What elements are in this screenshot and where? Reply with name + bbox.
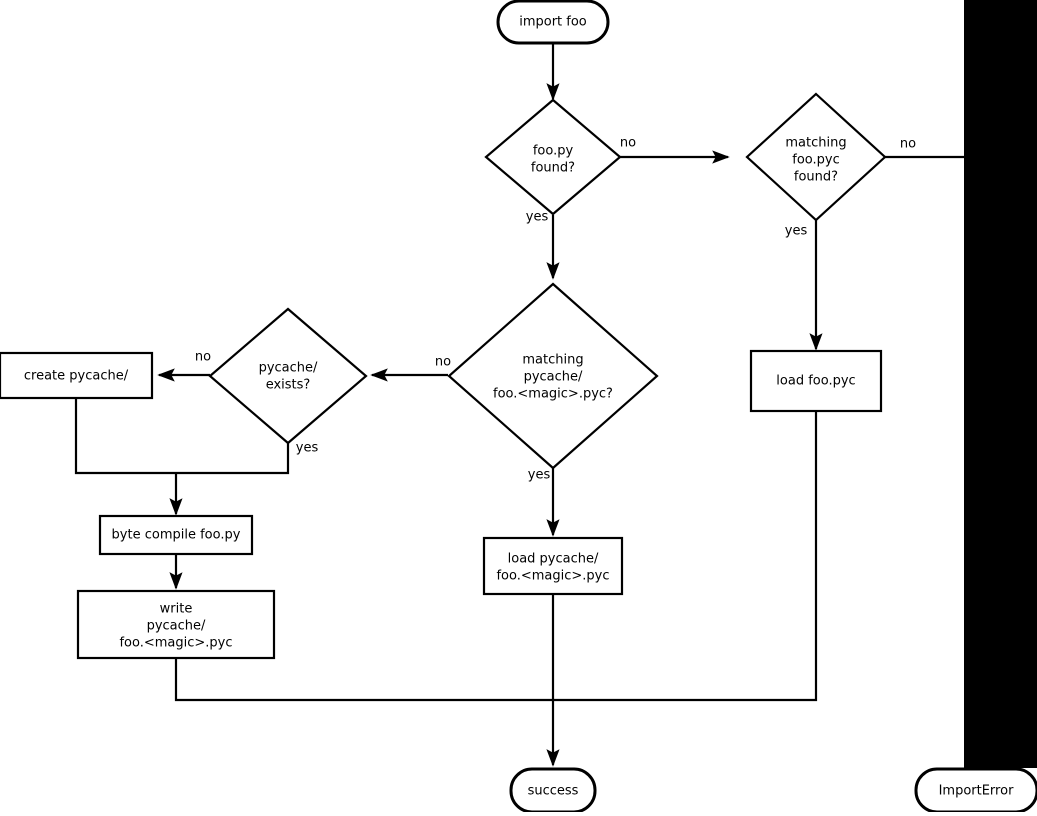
edge-label-matchingpycache-no: no bbox=[435, 355, 451, 370]
node-create-pycache[interactable]: create pycache/ bbox=[0, 351, 154, 400]
edge-label-matchingpycache-yes: yes bbox=[528, 468, 551, 483]
edge-label-pycacheexists-no: no bbox=[195, 350, 211, 365]
edge-label-foopyfound-yes: yes bbox=[526, 210, 549, 225]
node-matching-foo-pyc-found[interactable]: matching foo.pyc found? bbox=[745, 92, 887, 222]
node-success[interactable]: success bbox=[509, 767, 597, 814]
node-matching-pycache-label-line3: foo.<magic>.pyc? bbox=[493, 387, 613, 402]
node-matching-pycache-label-line1: matching bbox=[522, 353, 583, 368]
terminal-nodes-layer: success ImportError bbox=[509, 767, 1037, 814]
flowchart-svg: matching foo.pyc found? --> matching pyc… bbox=[0, 0, 1037, 814]
node-load-pycache-label-line2: foo.<magic>.pyc bbox=[496, 569, 609, 584]
edge-label-matchingfoopyc-yes: yes bbox=[785, 224, 808, 239]
node-import-error-label: ImportError bbox=[939, 784, 1014, 799]
nodes-layer: import foo foo.py found? matching foo.py… bbox=[0, 0, 887, 660]
node-pycache-exists-label-line1: pycache/ bbox=[259, 361, 318, 376]
node-load-pycache-label-line1: load pycache/ bbox=[508, 552, 599, 567]
node-write-pycache[interactable]: write pycache/ foo.<magic>.pyc bbox=[76, 589, 276, 660]
node-byte-compile-label: byte compile foo.py bbox=[112, 528, 241, 543]
edge-createpycache-merge bbox=[74, 399, 176, 475]
node-pycache-exists-label-line2: exists? bbox=[266, 378, 311, 393]
node-success-label: success bbox=[528, 784, 579, 799]
node-foo-py-found-label-line1: foo.py bbox=[533, 144, 574, 159]
node-import-error[interactable]: ImportError bbox=[914, 767, 1037, 814]
screen-occlusion-panel bbox=[964, 0, 1037, 768]
node-matching-foo-pyc-label-line1: matching bbox=[785, 136, 846, 151]
edge-label-pycacheexists-yes: yes bbox=[296, 441, 319, 456]
node-write-pycache-label-line1: write bbox=[160, 602, 193, 617]
edge-label-foopyfound-no: no bbox=[620, 136, 636, 151]
node-pycache-exists[interactable]: pycache/ exists? bbox=[208, 307, 368, 445]
node-load-foo-pyc-label: load foo.pyc bbox=[776, 374, 855, 389]
node-create-pycache-label: create pycache/ bbox=[24, 369, 129, 384]
node-write-pycache-label-line3: foo.<magic>.pyc bbox=[119, 636, 232, 651]
node-load-pycache[interactable]: load pycache/ foo.<magic>.pyc bbox=[482, 536, 624, 596]
node-foo-py-found[interactable]: foo.py found? bbox=[484, 98, 622, 216]
edge-pycacheexists-yes-merge bbox=[176, 429, 290, 475]
node-matching-foo-pyc-label-line2: foo.pyc bbox=[792, 153, 839, 168]
node-import-foo-label: import foo bbox=[519, 15, 587, 30]
node-matching-pycache-label-line2: pycache/ bbox=[524, 370, 583, 385]
edge-writepycache-to-bottomrail bbox=[174, 659, 553, 702]
node-write-pycache-label-line2: pycache/ bbox=[147, 619, 206, 634]
edge-label-matchingfoopyc-no: no bbox=[900, 137, 916, 152]
node-load-foo-pyc[interactable]: load foo.pyc bbox=[749, 349, 883, 413]
node-import-foo[interactable]: import foo bbox=[496, 0, 610, 45]
node-matching-pycache-pyc[interactable]: matching pycache/ foo.<magic>.pyc? bbox=[447, 282, 659, 470]
node-byte-compile[interactable]: byte compile foo.py bbox=[98, 514, 254, 556]
node-matching-foo-pyc-label-line3: found? bbox=[794, 170, 838, 185]
flowchart-canvas: matching foo.pyc found? --> matching pyc… bbox=[0, 0, 1037, 814]
node-foo-py-found-label-line2: found? bbox=[531, 161, 575, 176]
